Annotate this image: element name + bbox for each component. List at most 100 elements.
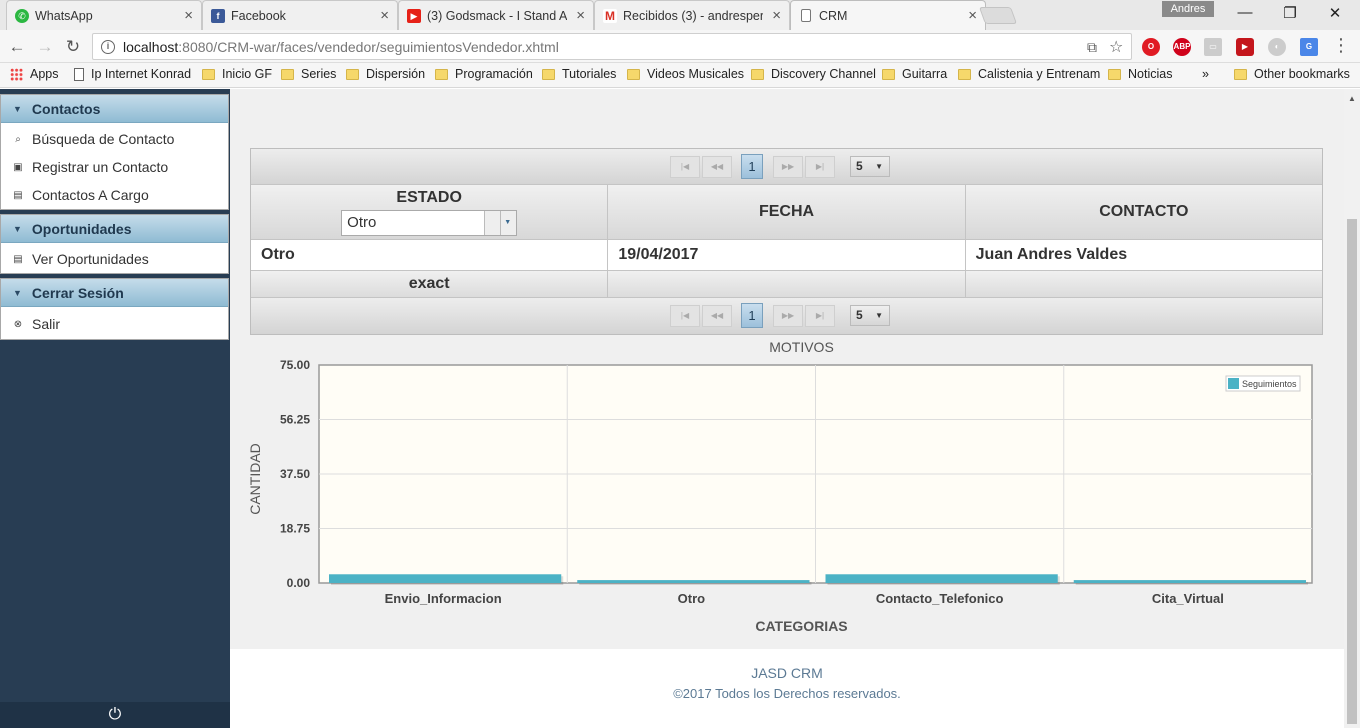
bookmarks-more-button[interactable]: » [1202,67,1209,81]
menu-item-contactos-cargo[interactable]: ▤ Contactos A Cargo [1,181,228,209]
bookmark-folder[interactable]: Inicio GF [202,67,272,81]
folder-icon [751,68,764,80]
forward-icon[interactable]: → [34,36,56,58]
close-icon[interactable]: × [184,7,193,24]
bookmark-folder[interactable]: Calistenia y Entrenam [958,67,1100,81]
folder-icon [958,68,971,80]
y-axis-label: CANTIDAD [247,443,263,515]
folder-icon [202,68,215,80]
menu-panel-oportunidades: ▼ Oportunidades ▤ Ver Oportunidades [0,214,229,274]
scrollbar[interactable]: ▲ [1344,89,1360,728]
prev-page-icon[interactable]: ◀◀ [702,305,732,327]
table-footer: exact [251,271,1322,298]
back-icon[interactable]: ← [6,36,28,58]
table-row[interactable]: Otro 19/04/2017 Juan Andres Valdes [251,240,1322,271]
menu-header-label: Cerrar Sesión [31,284,124,301]
menu-panel-sesion: ▼ Cerrar Sesión ⊗ Salir [0,278,229,340]
rows-per-page-select[interactable]: 5 ▼ [850,305,890,326]
sidebar: ▼ Contactos ⌕ Búsqueda de Contacto ▣ Reg… [0,89,230,728]
bookmark-folder[interactable]: Discovery Channel [751,67,876,81]
reload-icon[interactable]: ↻ [62,36,84,58]
column-contacto[interactable]: CONTACTO [966,185,1322,239]
bookmark-item[interactable]: Ip Internet Konrad [74,67,191,81]
bookmark-folder[interactable]: Programación [435,67,533,81]
first-page-icon[interactable]: |◀ [670,156,700,178]
triangle-down-icon: ▼ [13,287,22,298]
tab-gmail[interactable]: M Recibidos (3) - andresper × [594,0,790,30]
scrollbar-thumb[interactable] [1347,219,1357,724]
prev-page-icon[interactable]: ◀◀ [702,156,732,178]
address-bar[interactable]: i localhost :8080/CRM-war/faces/vendedor… [92,33,1132,60]
bookmark-folder[interactable]: Noticias [1108,67,1172,81]
tab-title: Recibidos (3) - andresper [623,8,763,23]
video-extension-icon[interactable]: ▶ [1236,38,1254,56]
extension-icon[interactable]: ▭ [1204,38,1222,56]
minimize-icon[interactable]: — [1233,4,1257,24]
first-page-icon[interactable]: |◀ [670,305,700,327]
other-bookmarks[interactable]: Other bookmarks [1234,67,1350,81]
tab-youtube[interactable]: ▶ (3) Godsmack - I Stand A × [398,0,594,30]
menu-header-cerrar-sesion[interactable]: ▼ Cerrar Sesión [1,279,228,307]
close-window-icon[interactable]: ✕ [1323,4,1347,24]
menu-icon[interactable]: ⋮ [1330,34,1352,56]
close-icon[interactable]: × [968,7,977,24]
bookmark-folder[interactable]: Tutoriales [542,67,616,81]
tab-whatsapp[interactable]: ✆ WhatsApp × [6,0,202,30]
bookmark-folder[interactable]: Series [281,67,336,81]
paginator-bottom: |◀ ◀◀ 1 ▶▶ ▶| 5 ▼ [251,298,1322,334]
apps-icon [10,67,23,81]
legend-swatch [1228,378,1239,389]
adblock-icon[interactable]: ABP [1173,38,1191,56]
page-number[interactable]: 1 [741,303,763,328]
tab-crm[interactable]: CRM × [790,0,986,30]
new-tab-button[interactable] [978,7,1018,24]
footer-cell-fecha [608,271,966,297]
bookmark-apps[interactable]: Apps [10,67,59,81]
menu-item-salir[interactable]: ⊗ Salir [1,309,228,339]
google-translate-icon[interactable]: G [1300,38,1318,56]
bookmark-folder[interactable]: Videos Musicales [627,67,744,81]
column-fecha[interactable]: FECHA [608,185,966,239]
close-icon[interactable]: × [576,7,585,24]
menu-item-label: Salir [32,316,61,332]
column-estado[interactable]: ESTADO Otro ▼ [251,185,609,239]
bookmark-folder[interactable]: Guitarra [882,67,947,81]
estado-filter-select[interactable]: Otro ▼ [341,209,518,236]
x-tick-label: Cita_Virtual [1152,591,1224,606]
x-tick-label: Envio_Informacion [385,591,502,606]
menu-header-oportunidades[interactable]: ▼ Oportunidades [1,215,228,243]
extension-globe-icon[interactable]: ◐ [1268,38,1286,56]
page-number[interactable]: 1 [741,154,763,179]
last-page-icon[interactable]: ▶| [805,156,835,178]
folder-icon [435,68,448,80]
profile-button[interactable]: Andres [1162,1,1214,17]
next-page-icon[interactable]: ▶▶ [773,156,803,178]
rows-per-page-value: 5 [856,308,863,322]
bookmark-star-icon[interactable]: ☆ [1109,37,1123,57]
scroll-up-icon[interactable]: ▲ [1348,94,1356,103]
restore-icon[interactable]: ❐ [1278,4,1302,24]
triangle-down-icon: ▼ [13,223,22,234]
bookmark-label: Apps [30,67,59,81]
rows-per-page-select[interactable]: 5 ▼ [850,156,890,177]
tab-facebook[interactable]: f Facebook × [202,0,398,30]
page: ▼ Contactos ⌕ Búsqueda de Contacto ▣ Reg… [0,89,1360,728]
menu-item-ver-oportunidades[interactable]: ▤ Ver Oportunidades [1,245,228,273]
close-icon[interactable]: × [380,7,389,24]
close-icon[interactable]: × [772,7,781,24]
chart-svg: MOTIVOS 0.00 18.75 37.50 56.25 75.00 Envio_Inf… [247,339,1313,634]
info-icon[interactable]: i [101,39,115,54]
next-page-icon[interactable]: ▶▶ [773,305,803,327]
y-tick-label: 37.50 [280,467,310,481]
opera-icon[interactable]: O [1142,38,1160,56]
last-page-icon[interactable]: ▶| [805,305,835,327]
translate-icon[interactable]: ⧉ [1087,39,1097,56]
menu-header-contactos[interactable]: ▼ Contactos [1,95,228,123]
power-icon[interactable]: ⏻ [0,702,230,728]
dropdown-button[interactable]: ▼ [484,210,517,235]
column-label: ESTADO [396,188,462,206]
menu-item-registrar-contacto[interactable]: ▣ Registrar un Contacto [1,153,228,181]
filter-value: Otro [347,213,377,231]
menu-item-busqueda-contacto[interactable]: ⌕ Búsqueda de Contacto [1,125,228,153]
bookmark-folder[interactable]: Dispersión [346,67,425,81]
